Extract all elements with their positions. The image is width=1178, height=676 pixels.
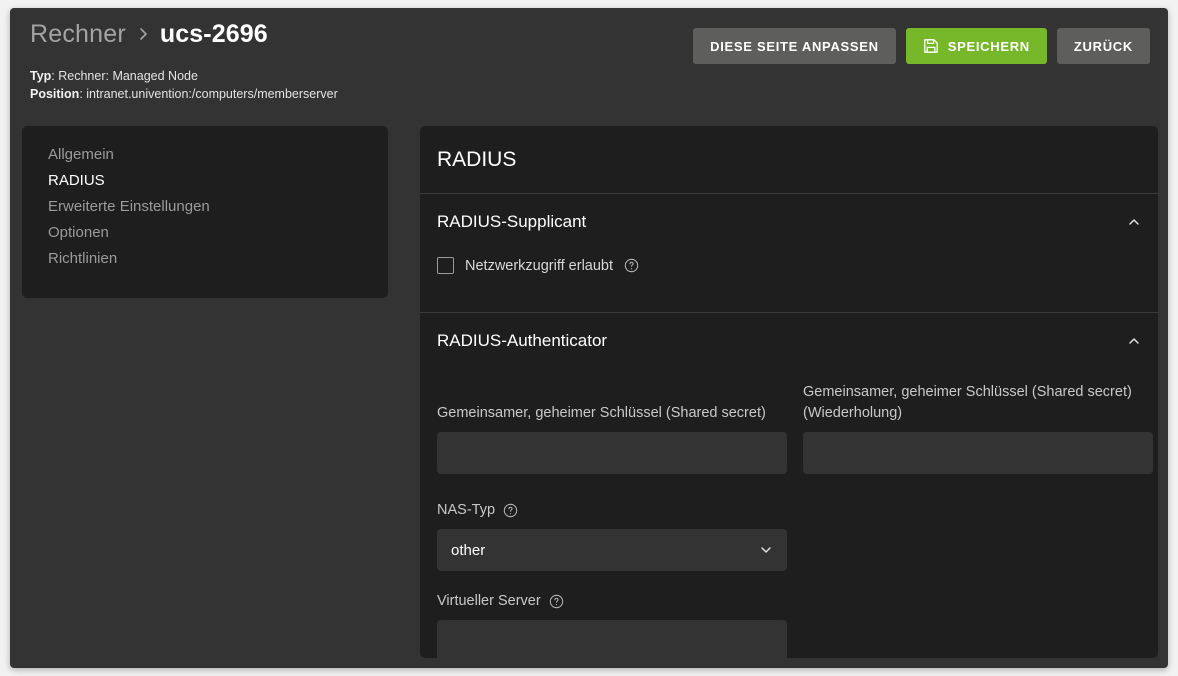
sidebar-item-optionen[interactable]: Optionen [48,220,388,246]
save-button-label: SPEICHERN [947,38,1030,54]
sidebar-item-richtlinien[interactable]: Richtlinien [48,246,388,272]
section-radius-authenticator: RADIUS-Authenticator Gemeinsamer, geheim… [420,313,1158,658]
page-header: Rechner ucs-2696 Typ: Rechner: Managed N… [10,8,1168,118]
network-access-checkbox[interactable] [437,257,454,274]
field-shared-secret: Gemeinsamer, geheimer Schlüssel (Shared … [437,403,787,474]
chevron-right-icon [136,27,150,41]
sidebar-item-erweiterte-einstellungen[interactable]: Erweiterte Einstellungen [48,194,388,220]
virtual-server-input[interactable] [437,620,787,658]
help-circle-icon[interactable] [549,594,564,609]
back-button[interactable]: ZURÜCK [1056,28,1150,64]
panel-title: RADIUS [420,126,1158,194]
section-title: RADIUS-Authenticator [437,330,608,350]
application-window: Rechner ucs-2696 Typ: Rechner: Managed N… [10,8,1168,668]
field-label-shared-secret-repeat: Gemeinsamer, geheimer Schlüssel (Shared … [803,382,1153,424]
metadata-row-position: Position: intranet.univention:/computers… [30,85,1150,103]
label-text: NAS-Typ [437,502,496,518]
breadcrumb-parent[interactable]: Rechner [30,20,126,49]
section-body-radius-authenticator: Gemeinsamer, geheimer Schlüssel (Shared … [420,368,1158,658]
chevron-up-icon[interactable] [1127,334,1141,348]
field-label-nas-type: NAS-Typ [437,500,1141,521]
field-virtual-server: Virtueller Server [437,591,1141,658]
label-text: Gemeinsamer, geheimer Schlüssel (Shared … [437,405,766,421]
metadata-row-typ: Typ: Rechner: Managed Node [30,67,1150,85]
metadata-key: Typ [30,69,52,83]
section-title: RADIUS-Supplicant [437,211,587,231]
help-circle-icon[interactable] [503,503,518,518]
breadcrumb-current: ucs-2696 [159,20,268,48]
section-header-radius-authenticator[interactable]: RADIUS-Authenticator [420,313,1158,368]
field-nas-type: NAS-Typ other [437,500,1141,571]
section-radius-supplicant: RADIUS-Supplicant Netzwerkzugriff erlaub… [420,194,1158,313]
shared-secret-fields-grid: Gemeinsamer, geheimer Schlüssel (Shared … [437,368,1153,494]
page-body: Allgemein RADIUS Erweiterte Einstellunge… [10,118,1168,668]
chevron-up-icon[interactable] [1127,215,1141,229]
label-text: Gemeinsamer, geheimer Schlüssel (Shared … [803,384,1132,421]
metadata-key: Position [30,87,80,102]
metadata-value: Rechner: Managed Node [58,69,198,83]
help-circle-icon[interactable] [624,258,639,273]
label-text: Virtueller Server [437,593,541,609]
network-access-checkbox-row: Netzwerkzugriff erlaubt [437,249,1141,296]
metadata-value: intranet.univention:/computers/memberser… [86,87,338,102]
nas-type-select[interactable]: other [437,529,787,571]
save-button[interactable]: SPEICHERN [905,28,1047,64]
nas-type-selected-value: other [451,541,486,559]
field-shared-secret-repeat: Gemeinsamer, geheimer Schlüssel (Shared … [803,382,1153,474]
shared-secret-repeat-input[interactable] [803,432,1153,474]
field-label-virtual-server: Virtueller Server [437,591,1141,612]
section-header-radius-supplicant[interactable]: RADIUS-Supplicant [420,194,1158,249]
object-metadata: Typ: Rechner: Managed Node Position: int… [20,67,1150,103]
save-floppy-icon [923,38,939,54]
sidebar-item-allgemein[interactable]: Allgemein [48,142,388,168]
sidebar-item-radius[interactable]: RADIUS [48,168,388,194]
chevron-down-icon[interactable] [759,543,773,557]
section-body-radius-supplicant: Netzwerkzugriff erlaubt [420,249,1158,312]
shared-secret-input[interactable] [437,432,787,474]
radius-settings-panel: RADIUS RADIUS-Supplicant Netzwerkzugriff… [420,126,1158,658]
field-label-shared-secret: Gemeinsamer, geheimer Schlüssel (Shared … [437,403,787,424]
sidebar-navigation: Allgemein RADIUS Erweiterte Einstellunge… [22,126,388,298]
customize-page-button[interactable]: DIESE SEITE ANPASSEN [693,28,896,64]
network-access-label: Netzwerkzugriff erlaubt [465,257,614,274]
header-actions: DIESE SEITE ANPASSEN SPEICHERN ZURÜCK [693,28,1150,64]
